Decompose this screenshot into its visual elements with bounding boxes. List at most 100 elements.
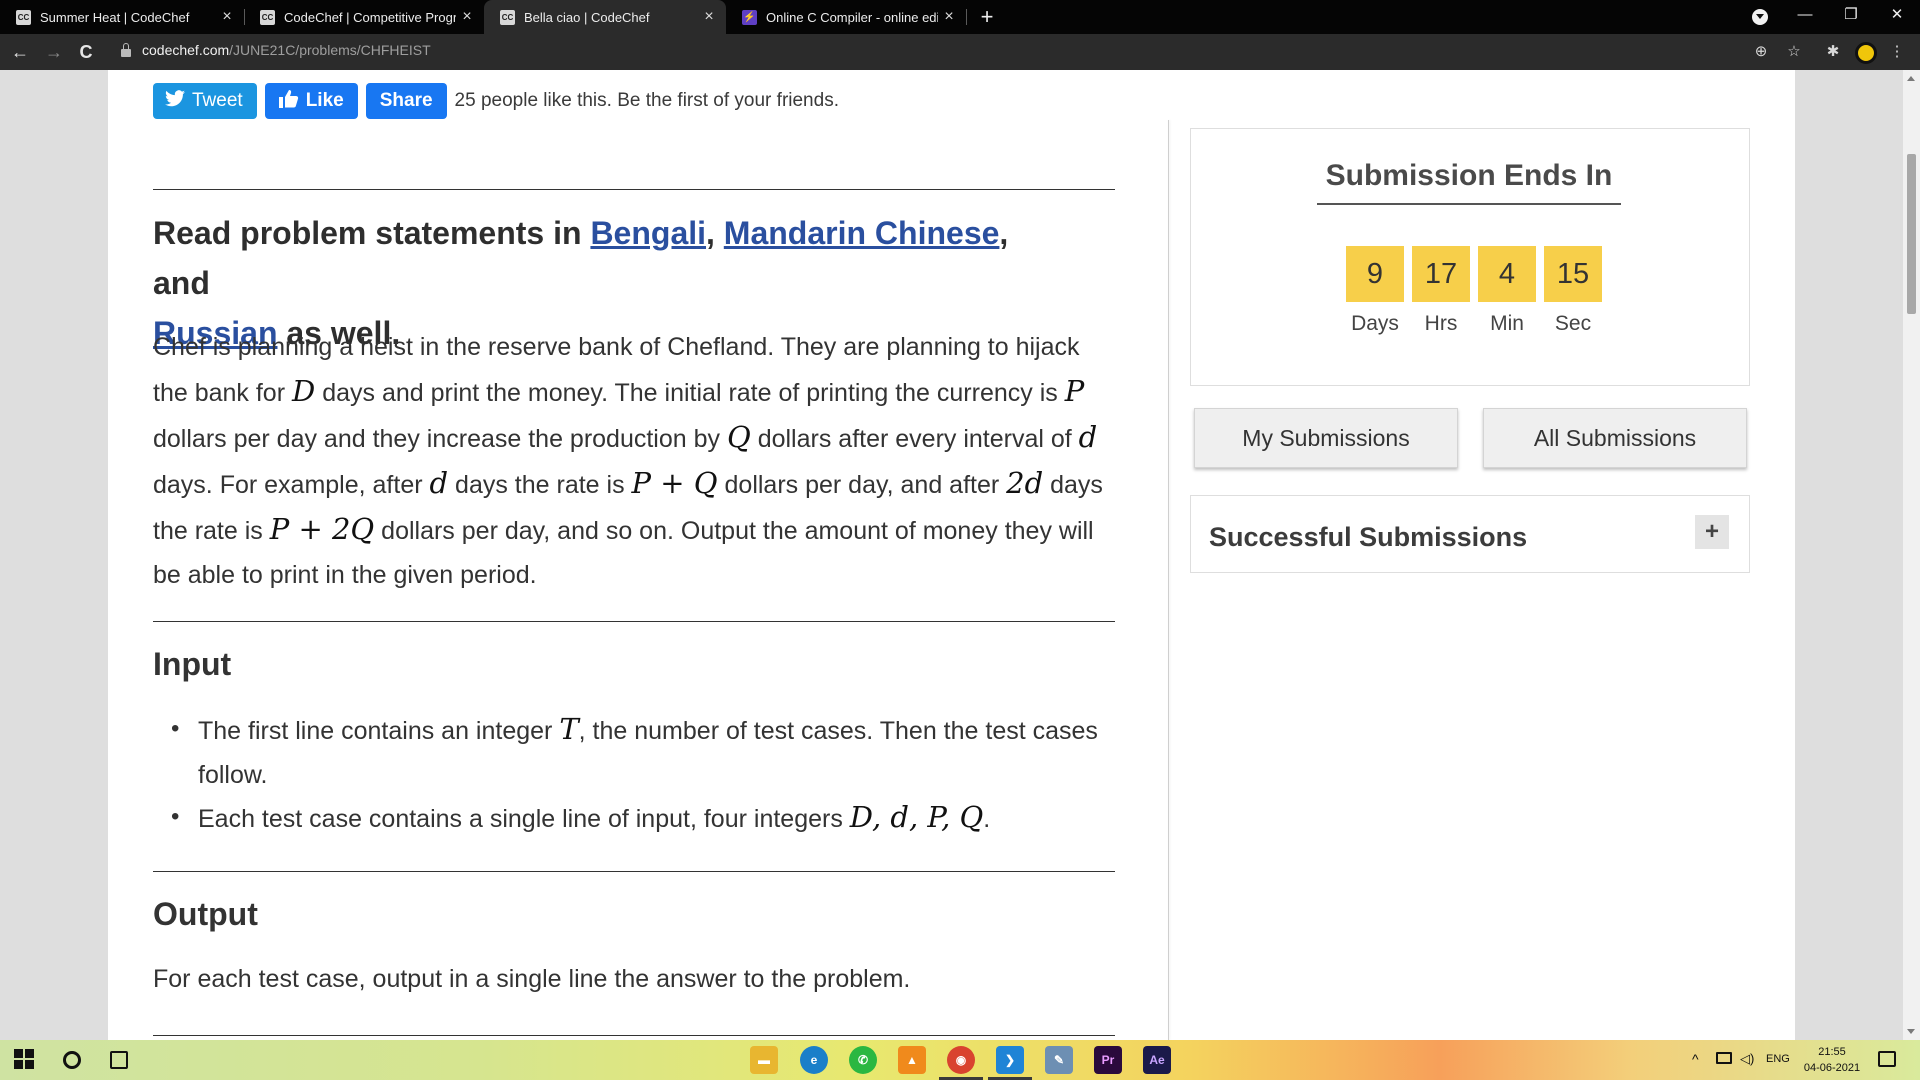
- tab-codechef-home[interactable]: CC CodeChef | Competitive Programm ×: [244, 0, 484, 34]
- lock-icon[interactable]: [121, 43, 131, 57]
- statement-text: days and print the money. The initial ra…: [315, 379, 1065, 407]
- lightning-favicon-icon: ⚡: [742, 9, 757, 25]
- like-count-text: 25 people like this. Be the first of you…: [454, 90, 839, 111]
- scroll-up-arrow-icon[interactable]: [1907, 76, 1915, 81]
- tab-bella-ciao[interactable]: CC Bella ciao | CodeChef ×: [484, 0, 726, 34]
- codechef-favicon-icon: CC: [500, 9, 515, 25]
- address-bar[interactable]: codechef.com/JUNE21C/problems/CHFHEIST: [142, 42, 431, 58]
- expand-plus-icon[interactable]: +: [1695, 515, 1729, 549]
- bengali-link[interactable]: Bengali: [590, 215, 706, 251]
- tray-chevron-icon[interactable]: ^: [1692, 1051, 1699, 1067]
- scrollbar-thumb[interactable]: [1907, 154, 1916, 314]
- task-view-icon[interactable]: [110, 1051, 128, 1069]
- section-divider: [153, 871, 1115, 872]
- chrome-icon[interactable]: ◉: [939, 1046, 983, 1080]
- mandarin-chinese-link[interactable]: Mandarin Chinese: [724, 215, 1000, 251]
- tab-separator: [966, 9, 967, 25]
- input-item-text: The first line contains an integer: [198, 717, 560, 745]
- output-heading: Output: [153, 896, 258, 932]
- timer-days-label: Days: [1351, 312, 1399, 335]
- math-vars-DdPQ: D, d, P, Q: [849, 800, 984, 834]
- thumbs-up-icon: [278, 89, 299, 113]
- statement-text: days. For example, after: [153, 471, 430, 499]
- scroll-down-arrow-icon[interactable]: [1907, 1029, 1915, 1034]
- input-list-item: Each test case contains a single line of…: [171, 795, 1098, 841]
- successful-submissions-panel[interactable]: Successful Submissions +: [1190, 495, 1750, 573]
- url-path: /JUNE21C/problems/CHFHEIST: [229, 42, 431, 58]
- vscode-icon[interactable]: ❯: [988, 1046, 1032, 1080]
- tab-online-c-compiler[interactable]: ⚡ Online C Compiler - online editor ×: [726, 0, 966, 34]
- search-circle-icon[interactable]: [63, 1051, 81, 1069]
- notes-icon[interactable]: ✎: [1045, 1046, 1073, 1074]
- windows-start-icon[interactable]: [14, 1049, 34, 1069]
- whatsapp-icon[interactable]: ✆: [849, 1046, 877, 1074]
- browser-tab-strip: CC Summer Heat | CodeChef × CC CodeChef …: [0, 0, 1920, 34]
- math-var-P: P: [1064, 374, 1085, 408]
- back-button[interactable]: ←: [8, 40, 32, 64]
- clock-time: 21:55: [1818, 1046, 1846, 1058]
- timer-seconds-value: 15: [1544, 246, 1602, 302]
- close-tab-icon[interactable]: ×: [698, 8, 720, 26]
- windows-taskbar: ▬ e ✆ ▲ ◉ ❯ ✎ Pr Ae ^ ◁) ENG 21:55 04-06…: [0, 1040, 1920, 1080]
- clock-date: 04-06-2021: [1803, 1062, 1861, 1074]
- language-indicator[interactable]: ENG: [1766, 1053, 1790, 1065]
- network-icon[interactable]: [1716, 1052, 1732, 1064]
- tab-title: Summer Heat | CodeChef: [40, 9, 190, 25]
- timer-title: Submission Ends In: [1317, 159, 1621, 205]
- file-explorer-icon[interactable]: ▬: [750, 1046, 778, 1074]
- profile-avatar[interactable]: [1855, 42, 1877, 64]
- bookmark-star-icon[interactable]: ☆: [1783, 41, 1805, 63]
- timer-hours-label: Hrs: [1424, 312, 1458, 335]
- submission-timer-panel: Submission Ends In 9 17 4 15 Days Hrs Mi…: [1190, 128, 1750, 386]
- input-heading: Input: [153, 646, 232, 682]
- my-submissions-button[interactable]: My Submissions: [1194, 408, 1458, 468]
- math-var-d: d: [1078, 420, 1098, 454]
- new-tab-button[interactable]: +: [974, 4, 1000, 30]
- math-expr-p-plus-2q: P + 2Q: [269, 512, 375, 546]
- input-item-text: Each test case contains a single line of…: [198, 805, 850, 833]
- timer-seconds-label: Sec: [1554, 312, 1592, 335]
- tweet-button[interactable]: Tweet: [153, 83, 257, 119]
- share-label: Share: [379, 90, 433, 111]
- page-scrollbar[interactable]: [1903, 70, 1920, 1040]
- reload-button[interactable]: C: [74, 40, 98, 64]
- media-control-icon[interactable]: [1752, 9, 1768, 25]
- notification-center-icon[interactable]: [1878, 1051, 1896, 1067]
- close-tab-icon[interactable]: ×: [456, 8, 478, 26]
- statement-text: dollars after every interval of: [750, 425, 1079, 453]
- like-button[interactable]: Like: [264, 83, 358, 119]
- vlc-icon[interactable]: ▲: [898, 1046, 926, 1074]
- extensions-puzzle-icon[interactable]: ✱: [1822, 41, 1844, 63]
- premiere-pro-icon[interactable]: Pr: [1094, 1046, 1122, 1074]
- section-divider: [153, 189, 1115, 190]
- math-var-T: T: [559, 712, 579, 746]
- tab-title: Bella ciao | CodeChef: [524, 9, 650, 25]
- close-tab-icon[interactable]: ×: [938, 8, 960, 26]
- edge-icon[interactable]: e: [800, 1046, 828, 1074]
- section-divider: [153, 621, 1115, 622]
- close-window-button[interactable]: ✕: [1874, 0, 1920, 34]
- problem-page-card: Tweet Like Share 25 people like this. Be…: [108, 70, 1795, 1040]
- tweet-label: Tweet: [192, 90, 243, 111]
- minimize-button[interactable]: —: [1782, 0, 1828, 34]
- url-host: codechef.com: [142, 42, 230, 58]
- zoom-icon[interactable]: ⊕: [1750, 41, 1772, 63]
- output-description: For each test case, output in a single l…: [153, 965, 911, 993]
- math-expr-2d: 2d: [1006, 466, 1044, 500]
- twitter-bird-icon: [165, 90, 185, 112]
- tab-title: CodeChef | Competitive Programm: [284, 9, 456, 25]
- browser-toolbar: ← → C codechef.com/JUNE21C/problems/CHFH…: [0, 34, 1920, 70]
- codechef-favicon-icon: CC: [260, 9, 275, 25]
- forward-button[interactable]: →: [42, 40, 66, 64]
- timer-minutes-value: 4: [1478, 246, 1536, 302]
- browser-menu-icon[interactable]: ⋮: [1886, 41, 1908, 63]
- after-effects-icon[interactable]: Ae: [1143, 1046, 1171, 1074]
- volume-icon[interactable]: ◁): [1740, 1051, 1754, 1067]
- close-tab-icon[interactable]: ×: [216, 8, 238, 26]
- taskbar-clock[interactable]: 21:55 04-06-2021: [1800, 1044, 1864, 1076]
- timer-hours-value: 17: [1412, 246, 1470, 302]
- share-button[interactable]: Share: [365, 83, 447, 119]
- restore-button[interactable]: ❐: [1828, 0, 1874, 34]
- tab-summer-heat[interactable]: CC Summer Heat | CodeChef ×: [0, 0, 244, 34]
- all-submissions-button[interactable]: All Submissions: [1483, 408, 1747, 468]
